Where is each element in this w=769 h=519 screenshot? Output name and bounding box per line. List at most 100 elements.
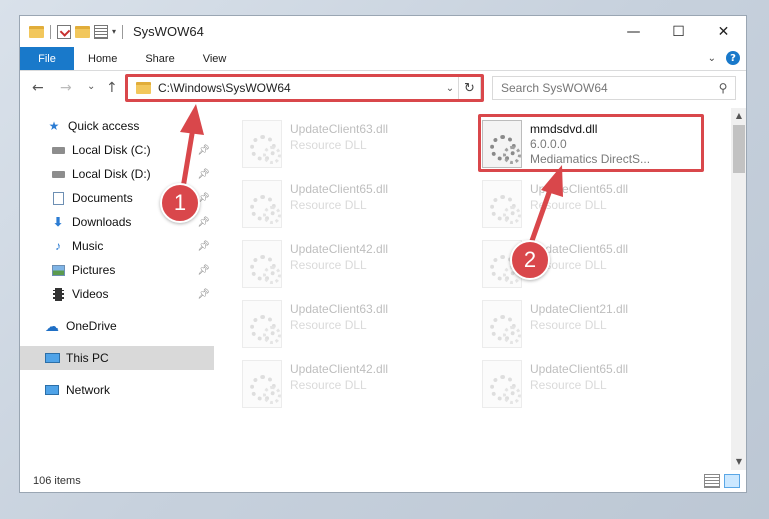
drive-icon: [50, 167, 66, 181]
navigation-pane: ★ Quick access Local Disk (C:) 📌︎ Local …: [20, 114, 214, 466]
file-name: UpdateClient63.dll: [290, 122, 389, 136]
toolbar-divider: [50, 24, 51, 39]
up-button[interactable]: ↑: [106, 80, 118, 96]
tab-file[interactable]: File: [20, 47, 74, 70]
tab-home[interactable]: Home: [74, 47, 131, 70]
file-tile[interactable]: UpdateClient65.dll Resource DLL: [482, 358, 714, 410]
pin-icon[interactable]: 📌︎: [197, 217, 210, 228]
pin-icon[interactable]: 📌︎: [197, 241, 210, 252]
file-type: Resource DLL: [530, 318, 607, 332]
cloud-icon: ☁: [45, 317, 59, 334]
dll-file-icon: [242, 360, 282, 408]
download-icon: ⬇: [52, 215, 64, 229]
sidebar-item-label: Videos: [72, 287, 109, 301]
sidebar-item-label: Local Disk (D:): [72, 167, 151, 181]
new-folder-icon[interactable]: [75, 25, 90, 38]
file-name: UpdateClient65.dll: [530, 182, 629, 196]
file-type: Resource DLL: [290, 138, 367, 152]
pin-icon[interactable]: 📌︎: [197, 145, 210, 156]
file-tile[interactable]: UpdateClient42.dll Resource DLL: [242, 238, 474, 290]
videos-icon: [50, 287, 66, 301]
pin-icon[interactable]: 📌︎: [197, 289, 210, 300]
file-tile[interactable]: UpdateClient65.dll Resource DLL: [482, 178, 714, 230]
sidebar-item-label: Pictures: [72, 263, 116, 277]
expand-ribbon-icon[interactable]: ⌄: [708, 53, 716, 64]
file-type: Resource DLL: [530, 378, 607, 392]
address-highlight-box: [125, 74, 484, 102]
forward-button[interactable]: →: [60, 80, 72, 96]
sidebar-item-pictures[interactable]: Pictures 📌︎: [20, 258, 214, 282]
status-bar: 106 items: [20, 470, 746, 492]
sidebar-item-local-disk-d[interactable]: Local Disk (D:) 📌︎: [20, 162, 214, 186]
search-box[interactable]: Search SysWOW64 ⚲: [492, 76, 736, 100]
file-tile[interactable]: UpdateClient21.dll Resource DLL: [482, 298, 714, 350]
tab-share[interactable]: Share: [131, 47, 188, 70]
sidebar-item-network[interactable]: Network: [20, 378, 214, 402]
item-count: 106 items: [33, 475, 81, 487]
details-view-icon[interactable]: [704, 474, 720, 488]
pictures-icon: [50, 263, 66, 277]
step-2-badge: 2: [510, 240, 550, 280]
file-tile[interactable]: UpdateClient63.dll Resource DLL: [242, 298, 474, 350]
tab-view[interactable]: View: [189, 47, 241, 70]
properties-icon[interactable]: [57, 24, 71, 39]
recent-locations-button[interactable]: ⌄: [87, 81, 95, 92]
scroll-down-icon[interactable]: ▼: [731, 454, 746, 470]
file-tile[interactable]: UpdateClient42.dll Resource DLL: [242, 358, 474, 410]
documents-icon: [50, 191, 66, 205]
maximize-button[interactable]: ☐: [656, 16, 701, 47]
star-icon: ★: [48, 119, 60, 133]
drive-icon: [50, 143, 66, 157]
sidebar-item-label: Music: [72, 239, 104, 253]
sidebar-item-local-disk-c[interactable]: Local Disk (C:) 📌︎: [20, 138, 214, 162]
step-1-badge: 1: [160, 183, 200, 223]
vertical-scrollbar[interactable]: ▲ ▼: [731, 108, 746, 470]
scroll-up-icon[interactable]: ▲: [731, 108, 746, 124]
file-type: Resource DLL: [290, 198, 367, 212]
help-icon[interactable]: ?: [726, 51, 740, 65]
dll-file-icon: [242, 240, 282, 288]
ribbon-tabs: File Home Share View ⌄ ?: [20, 47, 746, 71]
search-input[interactable]: Search SysWOW64: [501, 81, 711, 95]
sidebar-item-videos[interactable]: Videos 📌︎: [20, 282, 214, 306]
sidebar-item-this-pc[interactable]: This PC: [20, 346, 214, 370]
network-icon: [44, 383, 60, 397]
sidebar-item-label: OneDrive: [66, 319, 117, 333]
minimize-button[interactable]: —: [611, 16, 656, 47]
file-explorer-window: ▾ SysWOW64 — ☐ ✕ File Home Share View ⌄ …: [19, 15, 747, 493]
close-button[interactable]: ✕: [701, 16, 746, 47]
file-type: Resource DLL: [290, 258, 367, 272]
file-tile[interactable]: UpdateClient65.dll Resource DLL: [242, 178, 474, 230]
file-type: Resource DLL: [290, 318, 367, 332]
search-icon[interactable]: ⚲: [711, 81, 735, 95]
pin-icon[interactable]: 📌︎: [197, 169, 210, 180]
file-type: Resource DLL: [530, 198, 607, 212]
sidebar-item-label: Quick access: [68, 119, 140, 133]
pin-icon[interactable]: 📌︎: [197, 265, 210, 276]
dll-file-icon: [242, 120, 282, 168]
sidebar-item-quick-access[interactable]: ★ Quick access: [20, 114, 214, 138]
sidebar-item-onedrive[interactable]: ☁ OneDrive: [20, 314, 214, 338]
large-icons-view-icon[interactable]: [724, 474, 740, 488]
file-highlight-box: [478, 114, 704, 172]
sidebar-item-music[interactable]: ♪ Music 📌︎: [20, 234, 214, 258]
customize-toolbar-arrow-icon[interactable]: ▾: [112, 27, 116, 36]
view-options-icon[interactable]: [94, 24, 108, 39]
music-icon: ♪: [55, 239, 61, 253]
sidebar-item-label: Documents: [72, 191, 133, 205]
sidebar-item-label: This PC: [66, 351, 109, 365]
sidebar-item-label: Downloads: [72, 215, 132, 229]
toolbar-divider: [122, 24, 124, 39]
computer-icon: [44, 351, 60, 365]
navigation-bar: ← → ⌄ ↑ C:\Windows\SysWOW64 ⌄ ↻ Search S…: [20, 72, 746, 106]
scrollbar-thumb[interactable]: [733, 125, 745, 173]
dll-file-icon: [242, 300, 282, 348]
file-name: UpdateClient21.dll: [530, 302, 629, 316]
dll-file-icon: [482, 300, 522, 348]
folder-icon: [29, 25, 44, 38]
dll-file-icon: [482, 360, 522, 408]
file-list: UpdateClient63.dll Resource DLL UpdateCl…: [220, 108, 731, 468]
back-button[interactable]: ←: [32, 80, 44, 96]
file-tile[interactable]: UpdateClient63.dll Resource DLL: [242, 118, 474, 170]
file-name: UpdateClient63.dll: [290, 302, 389, 316]
